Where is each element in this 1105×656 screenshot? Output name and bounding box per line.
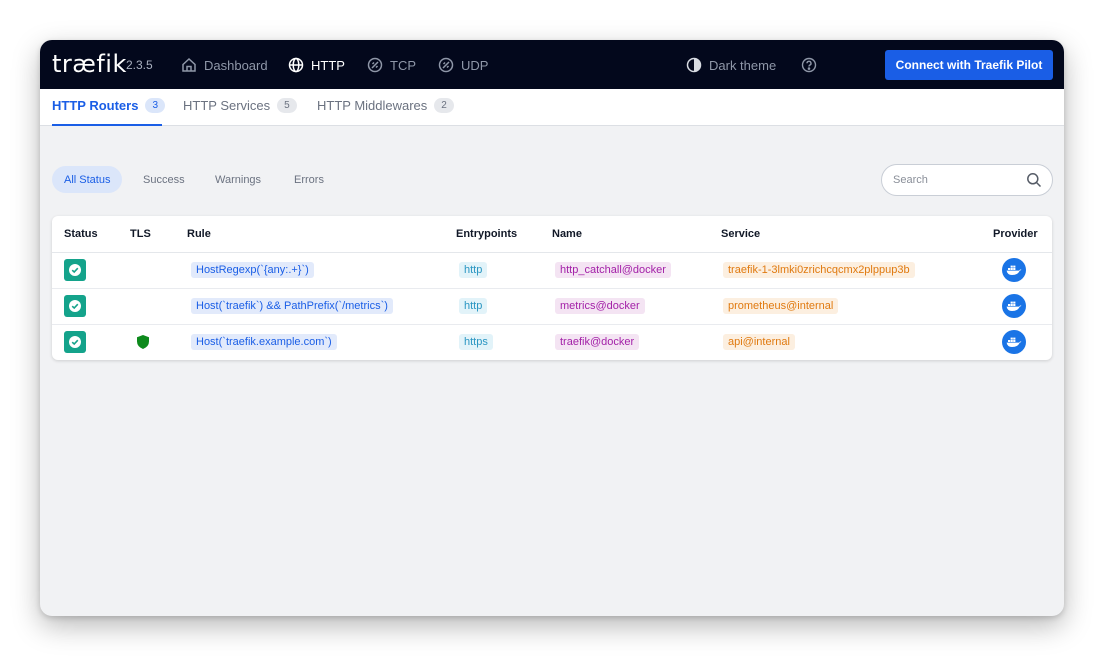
filter-success[interactable]: Success [131,166,197,193]
count-badge: 3 [145,98,165,113]
traefik-logo[interactable]: træfik [52,50,127,78]
tab-label: HTTP Routers [52,98,139,113]
header-status[interactable]: Status [64,228,98,240]
service-chip: prometheus@internal [723,298,839,314]
service-chip: traefik-1-3lmki0zrichcqcmx2plppup3b [723,262,915,278]
dark-theme-label: Dark theme [709,57,777,73]
shield-icon [137,335,149,349]
router-name-chip: traefik@docker [555,334,640,350]
header-name[interactable]: Name [552,228,582,240]
header-tls[interactable]: TLS [130,228,151,240]
routers-table: Status TLS Rule Entrypoints Name Service… [52,216,1052,360]
count-badge: 2 [434,98,454,113]
help-button[interactable] [801,55,824,75]
table-row[interactable]: HostRegexp(`{any:.+}`) http http_catchal… [52,252,1052,289]
docker-provider [1002,294,1026,318]
nav-dashboard[interactable]: Dashboard [181,55,268,75]
header-service[interactable]: Service [721,228,760,240]
entrypoint-chip: https [459,334,493,350]
header-provider[interactable]: Provider [993,228,1038,240]
search-input[interactable] [891,173,1020,187]
check-icon [69,336,81,348]
tcp-icon [367,57,383,73]
rule-chip: Host(`traefik.example.com`) [191,334,337,350]
status-success-badge [64,259,86,281]
tab-http-services[interactable]: HTTP Services 5 [183,98,297,113]
docker-icon [1006,265,1022,275]
active-tab-indicator [52,124,162,126]
nav-tcp[interactable]: TCP [367,55,416,75]
docker-icon [1006,337,1022,347]
rule-chip: Host(`traefik`) && PathPrefix(`/metrics`… [191,298,393,314]
service-chip: api@internal [723,334,795,350]
tab-label: HTTP Services [183,98,271,113]
check-icon [69,264,81,276]
tab-http-middlewares[interactable]: HTTP Middlewares 2 [317,98,454,113]
table-header: Status TLS Rule Entrypoints Name Service… [52,216,1052,253]
router-name-chip: http_catchall@docker [555,262,671,278]
filter-warnings[interactable]: Warnings [203,166,273,193]
nav-tcp-label: TCP [390,57,416,73]
nav-http-label: HTTP [311,57,345,73]
router-name-chip: metrics@docker [555,298,645,314]
rule-chip: HostRegexp(`{any:.+}`) [191,262,314,278]
docker-provider [1002,330,1026,354]
filter-errors[interactable]: Errors [282,166,336,193]
subnav-tabs: HTTP Routers 3 HTTP Services 5 HTTP Midd… [40,89,1064,126]
entrypoint-chip: http [459,262,488,278]
connect-pilot-button[interactable]: Connect with Traefik Pilot [885,50,1053,80]
filter-all-status[interactable]: All Status [52,166,123,193]
search-icon[interactable] [1026,172,1042,188]
status-success-badge [64,295,86,317]
entrypoint-chip: http [459,298,488,314]
check-icon [69,300,81,312]
top-navbar: træfik 2.3.5 Dashboard HTTP TCP UDP Dark… [40,40,1064,89]
udp-icon [438,57,454,73]
tab-label: HTTP Middlewares [317,98,428,113]
header-entrypoints[interactable]: Entrypoints [456,228,517,240]
nav-udp[interactable]: UDP [438,55,488,75]
version-label: 2.3.5 [126,58,153,72]
table-row[interactable]: Host(`traefik.example.com`) https traefi… [52,324,1052,360]
nav-udp-label: UDP [461,57,489,73]
globe-icon [288,57,304,73]
app-window: træfik 2.3.5 Dashboard HTTP TCP UDP Dark… [40,40,1064,616]
status-success-badge [64,331,86,353]
dark-theme-toggle[interactable]: Dark theme [686,55,776,75]
help-icon [801,57,817,73]
nav-dashboard-label: Dashboard [204,57,268,73]
docker-provider [1002,258,1026,282]
theme-icon [686,57,702,73]
tab-http-routers[interactable]: HTTP Routers 3 [52,98,165,113]
docker-icon [1006,301,1022,311]
count-badge: 5 [277,98,297,113]
search-box [881,164,1053,196]
table-row[interactable]: Host(`traefik`) && PathPrefix(`/metrics`… [52,288,1052,325]
nav-http[interactable]: HTTP [288,55,345,75]
home-icon [182,57,196,72]
header-rule[interactable]: Rule [187,228,211,240]
